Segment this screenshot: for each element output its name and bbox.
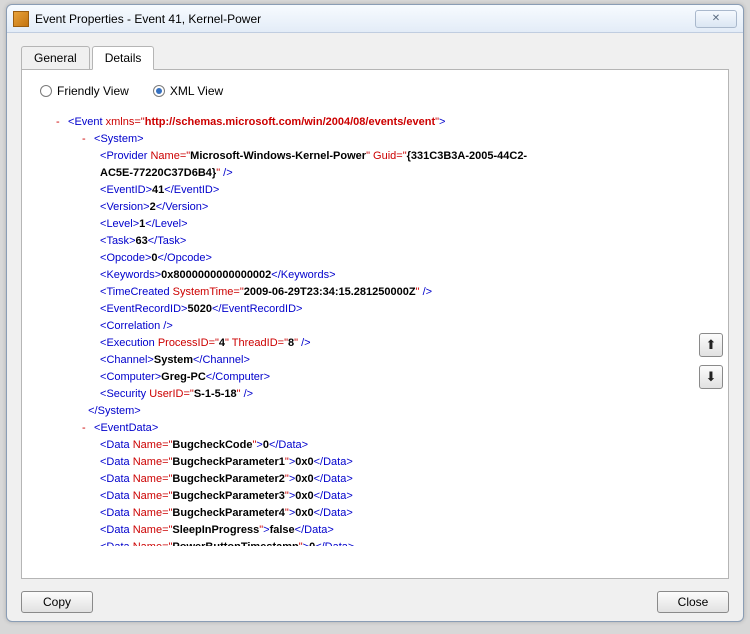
- arrow-down-icon: ⬇: [706, 369, 717, 385]
- eventdata-row: <Data Name="BugcheckCode">0</Data>: [40, 437, 710, 454]
- tab-panel-details: Friendly View XML View -<Event xmlns="ht…: [21, 69, 729, 579]
- radio-friendly-label: Friendly View: [57, 84, 129, 98]
- xml-content: -<Event xmlns="http://schemas.microsoft.…: [34, 110, 716, 546]
- nav-down-button[interactable]: ⬇: [699, 365, 723, 389]
- tabstrip: General Details: [21, 45, 729, 69]
- window-close-button[interactable]: ✕: [695, 10, 737, 28]
- tab-general[interactable]: General: [21, 46, 90, 70]
- radio-dot-icon: [40, 85, 52, 97]
- nav-buttons: ⬆ ⬇: [699, 333, 723, 389]
- window-title: Event Properties - Event 41, Kernel-Powe…: [35, 12, 695, 26]
- radio-friendly-view[interactable]: Friendly View: [40, 84, 129, 98]
- tab-details[interactable]: Details: [92, 46, 155, 70]
- radio-xml-label: XML View: [170, 84, 223, 98]
- arrow-up-icon: ⬆: [706, 337, 717, 353]
- eventdata-row: <Data Name="BugcheckParameter1">0x0</Dat…: [40, 454, 710, 471]
- eventdata-row: <Data Name="BugcheckParameter2">0x0</Dat…: [40, 471, 710, 488]
- client-area: General Details Friendly View XML View -…: [7, 33, 743, 621]
- eventdata-row: <Data Name="SleepInProgress">false</Data…: [40, 522, 710, 539]
- close-button[interactable]: Close: [657, 591, 729, 613]
- titlebar[interactable]: Event Properties - Event 41, Kernel-Powe…: [7, 5, 743, 33]
- app-icon: [13, 11, 29, 27]
- eventdata-row: <Data Name="BugcheckParameter3">0x0</Dat…: [40, 488, 710, 505]
- radio-dot-icon: [153, 85, 165, 97]
- eventdata-row: <Data Name="BugcheckParameter4">0x0</Dat…: [40, 505, 710, 522]
- button-bar: Copy Close: [21, 591, 729, 613]
- nav-up-button[interactable]: ⬆: [699, 333, 723, 357]
- radio-xml-view[interactable]: XML View: [153, 84, 223, 98]
- copy-button[interactable]: Copy: [21, 591, 93, 613]
- view-mode-group: Friendly View XML View: [34, 80, 716, 110]
- eventdata-row: <Data Name="PowerButtonTimestamp">0</Dat…: [40, 539, 710, 546]
- event-properties-window: Event Properties - Event 41, Kernel-Powe…: [6, 4, 744, 622]
